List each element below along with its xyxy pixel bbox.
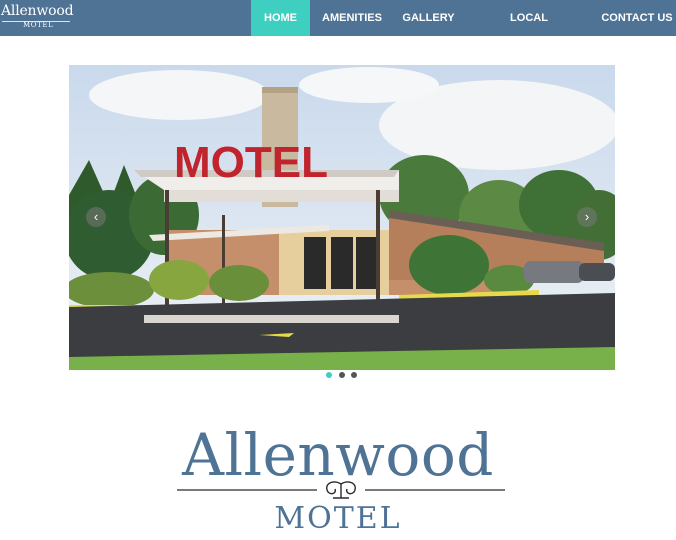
slider-dot-2[interactable] [339, 372, 345, 378]
nav-item-contact-us[interactable]: CONTACT US [598, 0, 676, 36]
brand-logo[interactable]: Allenwood MOTEL [0, 0, 76, 36]
nav-item-home[interactable]: HOME [251, 0, 310, 36]
motel-sign: MOTEL [174, 138, 328, 187]
slider-dot-1[interactable] [326, 372, 332, 378]
chevron-right-icon: › [584, 209, 590, 224]
flourish-ornament-icon [177, 481, 505, 499]
logo-subtitle: MOTEL [274, 501, 402, 536]
nav-item-gallery[interactable]: GALLERY [398, 0, 459, 36]
hero-slider: MOTEL [69, 65, 615, 370]
nav-item-amenities[interactable]: AMENITIES [317, 0, 387, 36]
brand-subtitle: MOTEL [23, 21, 54, 29]
slider-next-button[interactable]: › [577, 207, 597, 227]
slider-prev-button[interactable]: ‹ [86, 207, 106, 227]
nav-item-local-attractions[interactable]: LOCAL ATTRACTIONS [470, 0, 588, 60]
chevron-left-icon: ‹ [93, 209, 99, 224]
brand-name: Allenwood [1, 3, 74, 19]
top-navbar: Allenwood MOTEL HOME AMENITIES GALLERY L… [0, 0, 676, 60]
motel-photo: MOTEL [69, 65, 615, 370]
slider-dot-3[interactable] [351, 372, 357, 378]
